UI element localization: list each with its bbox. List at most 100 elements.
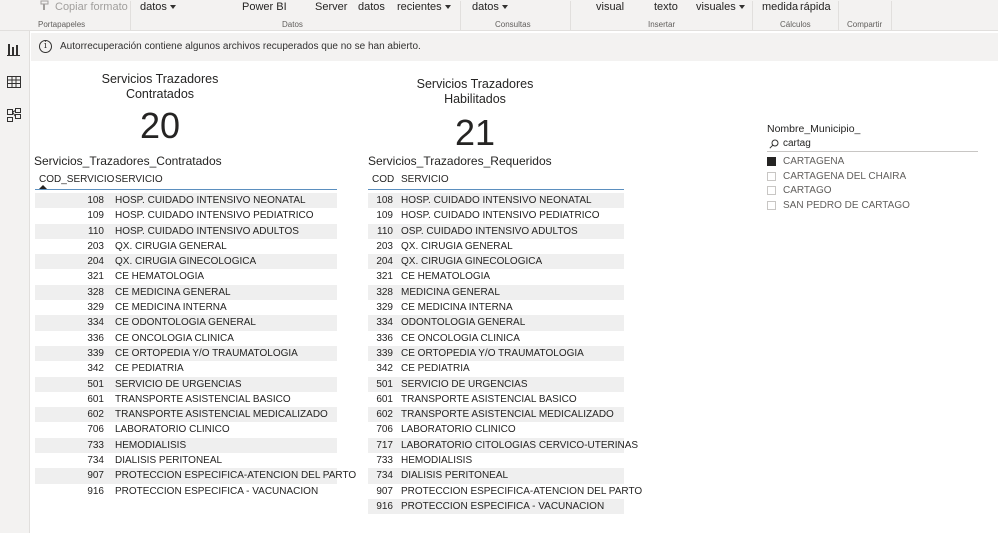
view-rail (0, 31, 30, 533)
cell-code: 501 (376, 378, 393, 390)
cell-code: 203 (87, 240, 104, 252)
table-row[interactable]: 501 SERVICIO DE URGENCIAS (368, 376, 624, 392)
more-visuals-dropdown[interactable]: visuales (696, 0, 745, 14)
table-row[interactable]: 734 DIALISIS PERITONEAL (368, 468, 624, 484)
column-header-servicio[interactable]: SERVICIO (115, 174, 163, 185)
table-row[interactable]: 602 TRANSPORTE ASISTENCIAL MEDICALIZADO (35, 407, 337, 423)
table-row[interactable]: 109 HOSP. CUIDADO INTENSIVO PEDIATRICO (35, 208, 337, 223)
ribbon: Copiar formato Portapapeles datos Power … (0, 0, 998, 31)
cell-code: 602 (376, 409, 393, 421)
table-row[interactable]: 329 CE MEDICINA INTERNA (35, 300, 337, 315)
cell-service: MEDICINA GENERAL (401, 286, 500, 298)
table-row[interactable]: 321 CE HEMATOLOGIA (35, 269, 337, 284)
table-row[interactable]: 706 LABORATORIO CLINICO (35, 422, 337, 437)
report-view-icon[interactable] (6, 41, 22, 57)
column-header-cod[interactable]: COD (372, 174, 394, 185)
table-row[interactable]: 733 HEMODIALISIS (368, 453, 624, 468)
cell-service: HEMODIALISIS (401, 455, 473, 467)
info-icon: i (39, 40, 52, 53)
copy-format-button[interactable]: Copiar formato (40, 0, 128, 14)
table-row[interactable]: 602 TRANSPORTE ASISTENCIAL MEDICALIZADO (368, 407, 624, 423)
table-row[interactable]: 339 CE ORTOPEDIA Y/O TRAUMATOLOGIA (35, 345, 337, 362)
enter-data-button[interactable]: datos (358, 0, 385, 14)
cell-service: TRANSPORTE ASISTENCIAL BASICO (401, 393, 577, 405)
cell-service: LABORATORIO CLINICO (115, 424, 230, 436)
table-row[interactable]: 108 HOSP. CUIDADO INTENSIVO NEONATAL (35, 193, 337, 209)
get-data-dropdown[interactable]: datos (140, 0, 176, 14)
table-row[interactable]: 336 CE ONCOLOGIA CLINICA (368, 331, 624, 346)
cell-code: 733 (376, 455, 393, 467)
table-row[interactable]: 717 LABORATORIO CITOLOGIAS CERVICO-UTERIN… (368, 437, 638, 454)
table-row[interactable]: 334 ODONTOLOGIA GENERAL (368, 315, 624, 331)
table-row[interactable]: 706 LABORATORIO CLINICO (368, 422, 624, 437)
table-row[interactable]: 916 PROTECCION ESPECIFICA - VACUNACION (35, 484, 337, 499)
slicer-search-value: cartag (783, 138, 811, 149)
table-row[interactable]: 916 PROTECCION ESPECIFICA - VACUNACION (368, 498, 624, 515)
sort-ascending-icon (39, 185, 47, 189)
group-datos: Datos (282, 20, 303, 29)
transform-data-dropdown[interactable]: datos (472, 0, 508, 14)
table-row[interactable]: 321 CE HEMATOLOGIA (368, 269, 624, 284)
table-row[interactable]: 501 SERVICIO DE URGENCIAS (35, 376, 337, 392)
group-consultas: Consultas (495, 20, 531, 29)
cell-service: PROTECCION ESPECIFICA - VACUNACION (115, 485, 319, 497)
table-row[interactable]: 110 HOSP. CUIDADO INTENSIVO ADULTOS (35, 223, 337, 239)
table-row[interactable]: 110 OSP. CUIDADO INTENSIVO ADULTOS (368, 223, 624, 239)
ribbon-separator (838, 1, 839, 30)
table-row[interactable]: 108 HOSP. CUIDADO INTENSIVO NEONATAL (368, 193, 624, 209)
table-row[interactable]: 601 TRANSPORTE ASISTENCIAL BASICO (368, 392, 624, 407)
table-row[interactable]: 203 QX. CIRUGIA GENERAL (35, 239, 337, 254)
table-row[interactable]: 907 PROTECCION ESPECIFICA-ATENCION DEL PA… (368, 484, 642, 499)
cell-code: 734 (376, 470, 393, 482)
table-row[interactable]: 733 HEMODIALISIS (35, 437, 337, 454)
model-view-icon[interactable] (6, 107, 22, 123)
table-row[interactable]: 109 HOSP. CUIDADO INTENSIVO PEDIATRICO (368, 208, 624, 223)
cell-service: LABORATORIO CLINICO (401, 424, 516, 436)
recent-sources-dropdown[interactable]: recientes (397, 0, 451, 14)
checkbox[interactable] (767, 157, 776, 166)
cell-code: 321 (376, 271, 393, 283)
column-header-cod-servicio[interactable]: COD_SERVICIO (39, 174, 114, 185)
cell-code: 602 (87, 409, 104, 421)
table-row[interactable]: 329 CE MEDICINA INTERNA (368, 300, 624, 315)
card-contratados-value: 20 (139, 105, 181, 146)
table-row[interactable]: 734 DIALISIS PERITONEAL (35, 453, 337, 468)
table-row[interactable]: 342 CE PEDIATRIA (368, 361, 624, 376)
checkbox[interactable] (767, 186, 776, 195)
table-row[interactable]: 328 CE MEDICINA GENERAL (35, 284, 337, 301)
new-visual-button[interactable]: visual (596, 0, 624, 14)
slicer-search-input[interactable]: cartag (767, 137, 978, 152)
table-row[interactable]: 328 MEDICINA GENERAL (368, 284, 624, 301)
cell-code: 339 (87, 347, 104, 359)
data-view-icon[interactable] (6, 74, 22, 90)
slicer-item-label: CARTAGO (783, 185, 832, 196)
table-row[interactable]: 334 CE ODONTOLOGIA GENERAL (35, 315, 337, 331)
table-row[interactable]: 204 QX. CIRUGIA GINECOLOGICA (368, 254, 624, 270)
quick-measure-button[interactable]: rápida (800, 0, 831, 14)
checkbox[interactable] (767, 171, 776, 181)
text-box-button[interactable]: texto (654, 0, 678, 14)
cell-service: QX. CIRUGIA GENERAL (401, 240, 513, 252)
column-header-servicio[interactable]: SERVICIO (401, 174, 449, 185)
powerbi-datasets-button[interactable]: Power BI (242, 0, 287, 14)
chevron-down-icon (169, 5, 176, 10)
cell-service: CE ORTOPEDIA Y/O TRAUMATOLOGIA (115, 347, 298, 359)
cell-service: CE ODONTOLOGIA GENERAL (115, 317, 256, 329)
table-row[interactable]: 601 TRANSPORTE ASISTENCIAL BASICO (35, 392, 337, 407)
table-row[interactable]: 342 CE PEDIATRIA (35, 361, 337, 376)
table-row[interactable]: 204 QX. CIRUGIA GINECOLOGICA (35, 254, 337, 270)
new-measure-button[interactable]: medida (762, 0, 798, 14)
table-row[interactable]: 336 CE ONCOLOGIA CLINICA (35, 331, 337, 346)
cell-service: CE HEMATOLOGIA (115, 271, 205, 283)
checkbox[interactable] (767, 200, 776, 210)
cell-code: 109 (87, 210, 104, 222)
table-row[interactable]: 339 CE ORTOPEDIA Y/O TRAUMATOLOGIA (368, 345, 624, 362)
cell-service: CE ORTOPEDIA Y/O TRAUMATOLOGIA (401, 347, 584, 359)
cell-service: HEMODIALISIS (115, 439, 187, 451)
cell-service: CE ONCOLOGIA CLINICA (401, 332, 520, 344)
table-row[interactable]: 907 PROTECCION ESPECIFICA-ATENCION DEL PA… (35, 468, 356, 484)
group-compartir: Compartir (847, 20, 883, 29)
table-row[interactable]: 203 QX. CIRUGIA GENERAL (368, 239, 624, 254)
sql-server-button[interactable]: Server (315, 0, 347, 14)
cell-service: DIALISIS PERITONEAL (401, 470, 509, 482)
